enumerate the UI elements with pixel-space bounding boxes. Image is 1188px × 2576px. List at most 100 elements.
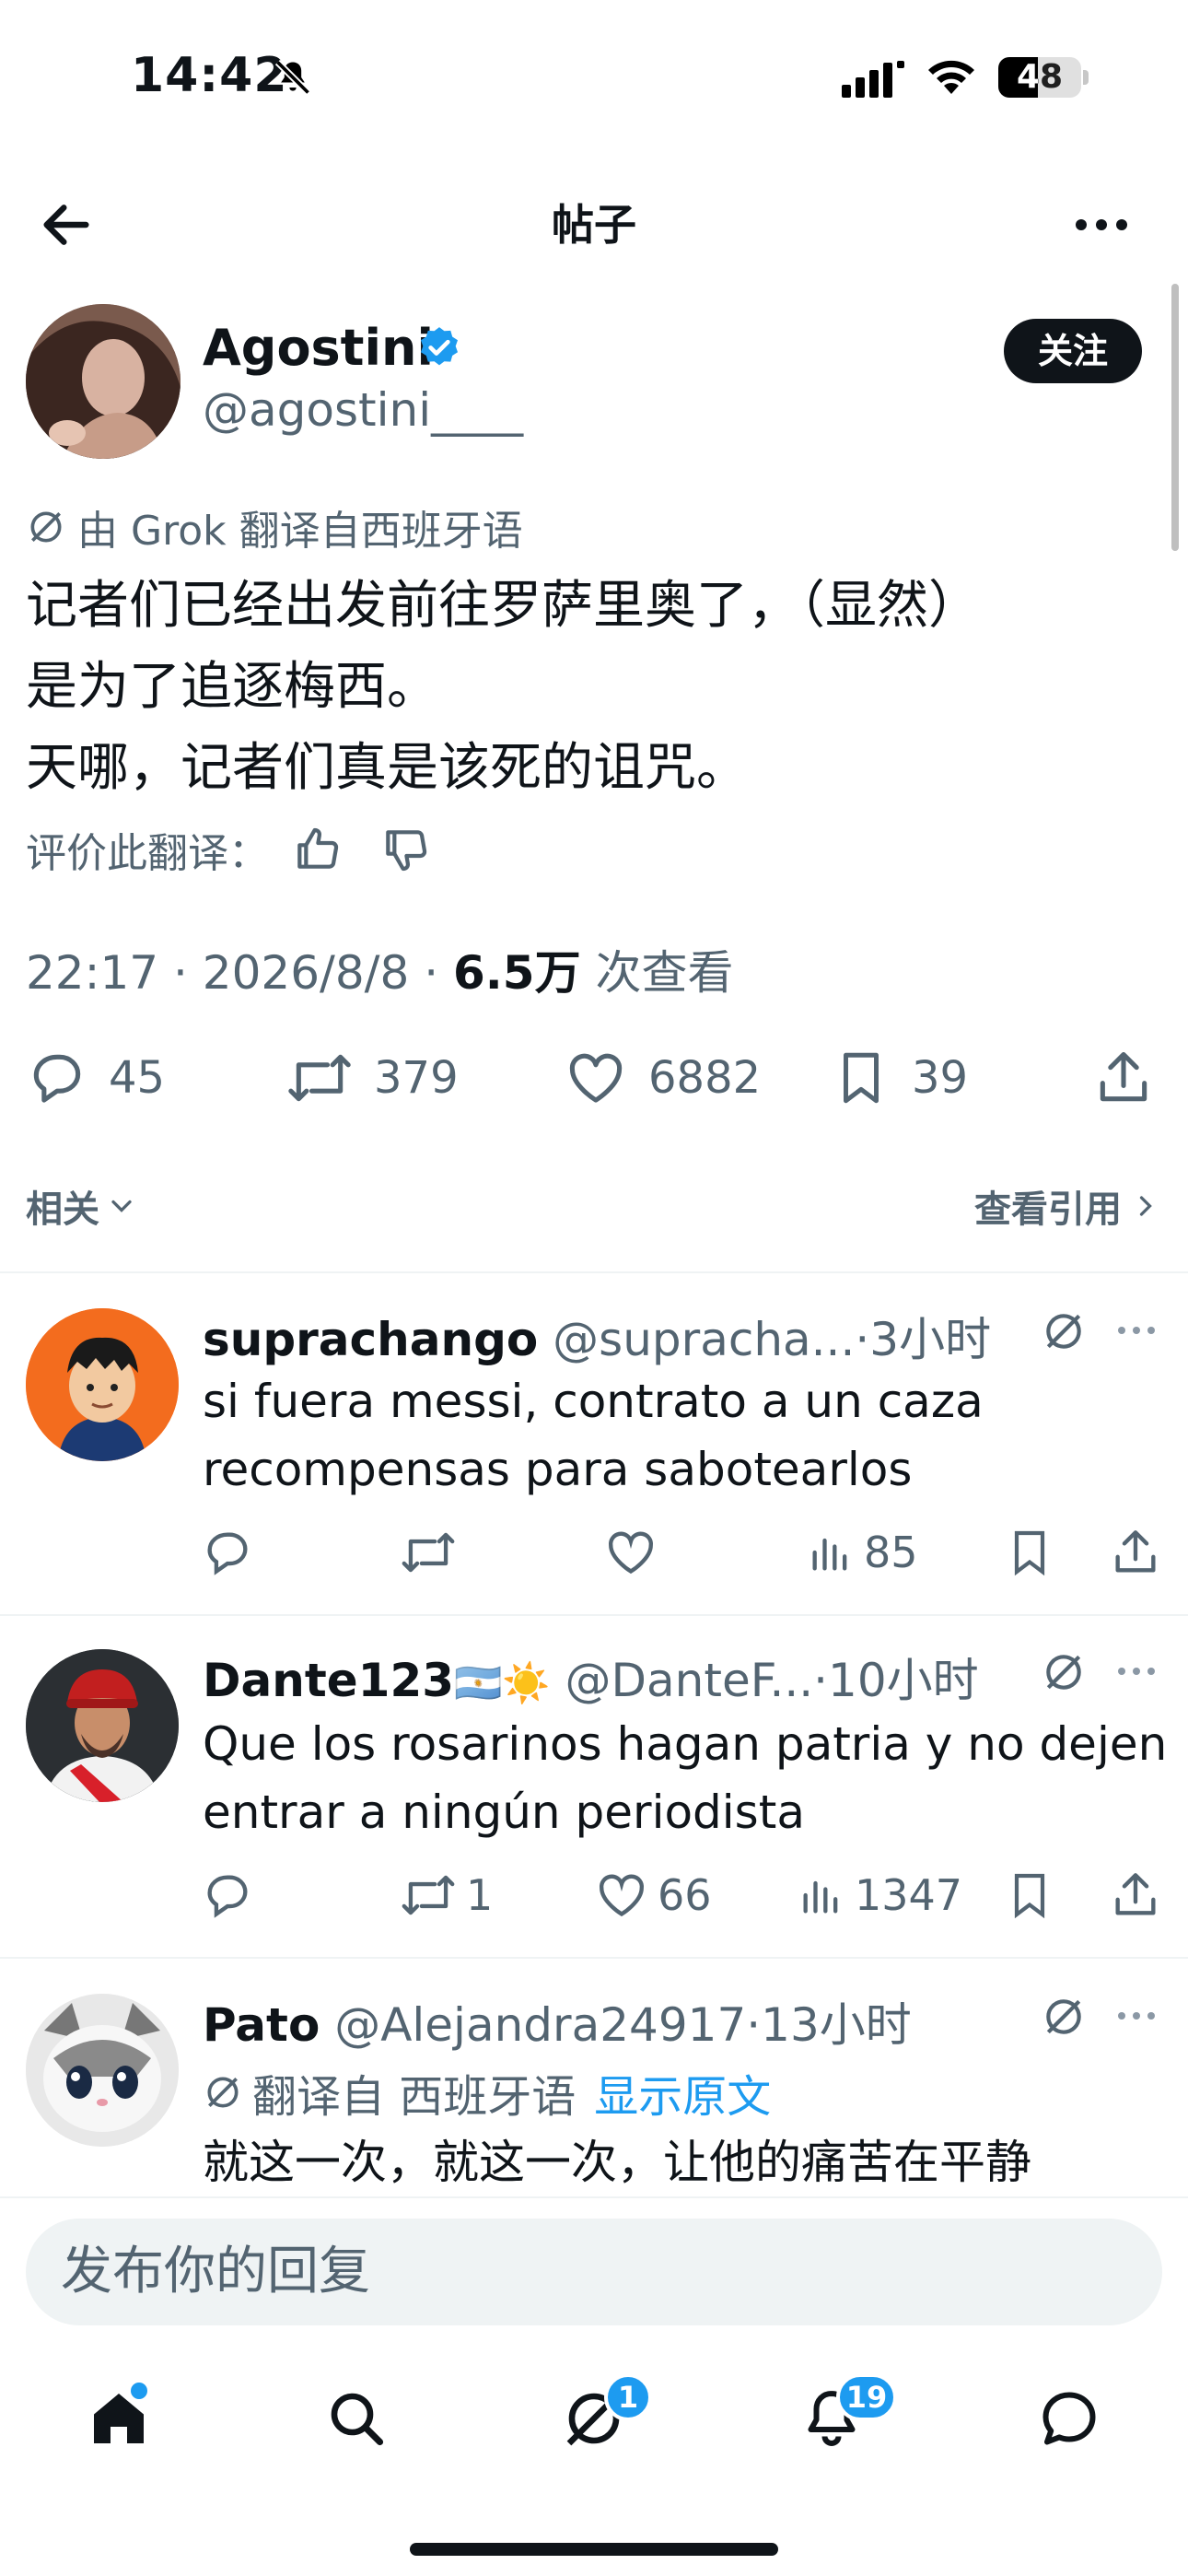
tab-bar: 1 19 — [0, 2359, 1188, 2478]
grok-translate-icon[interactable] — [1041, 1649, 1087, 1695]
repost-button[interactable] — [400, 1520, 466, 1585]
view-count: 1347 — [855, 1870, 963, 1920]
reply-text: Que los rosarinos hagan patria y no deje… — [203, 1717, 1168, 1839]
reply-text: 就这一次，就这一次，让他的痛苦在平静 — [203, 2136, 1031, 2189]
views-button[interactable]: 85 — [807, 1520, 918, 1585]
repost-icon — [288, 1054, 351, 1102]
share-button[interactable] — [1092, 1041, 1155, 1115]
share-icon — [1115, 1530, 1156, 1573]
reply-author-name[interactable]: Dante123 — [203, 1654, 454, 1707]
reply-more-button[interactable] — [1114, 1649, 1159, 1693]
related-label: 相关 — [26, 1188, 99, 1231]
home-indicator — [410, 2543, 778, 2556]
more-icon — [1118, 1327, 1155, 1334]
thumbs-down-button[interactable] — [379, 824, 431, 875]
divider — [0, 1614, 1188, 1616]
share-button[interactable] — [1109, 1863, 1162, 1927]
share-icon — [1115, 1873, 1156, 1915]
reply-author-handle[interactable]: @supracha... — [553, 1313, 855, 1366]
reply-time: ·3小时 — [855, 1313, 992, 1366]
page-title: 帖子 — [552, 200, 636, 250]
author-avatar[interactable] — [26, 304, 181, 459]
reply-button[interactable] — [201, 1863, 263, 1927]
rate-translation-row: 评价此翻译： — [26, 820, 431, 879]
tab-notifications[interactable]: 19 — [772, 2359, 897, 2478]
repost-button[interactable]: 379 — [285, 1041, 459, 1115]
thumbs-up-button[interactable] — [291, 824, 343, 875]
bell-off-icon — [273, 57, 313, 98]
follow-button[interactable]: 关注 — [1004, 319, 1142, 383]
view-quotes-link[interactable]: 查看引用 — [974, 1179, 1162, 1233]
reply-avatar-dante123[interactable] — [26, 1649, 179, 1802]
show-original-link[interactable]: 显示原文 — [594, 2060, 771, 2125]
home-unread-dot — [131, 2383, 147, 2399]
battery-percentage: 48 — [1016, 58, 1064, 96]
author-name[interactable]: Agostini — [203, 319, 434, 377]
more-options-button[interactable] — [1068, 195, 1135, 254]
tab-grok[interactable]: 1 — [534, 2359, 654, 2478]
share-button[interactable] — [1109, 1520, 1162, 1585]
views-count[interactable]: 6.5万 — [453, 946, 581, 1000]
reply-author-handle[interactable]: @DanteF... — [565, 1654, 814, 1707]
tab-messages[interactable] — [1009, 2359, 1129, 2478]
grok-translate-icon[interactable] — [1041, 1308, 1087, 1354]
heart-icon — [600, 1874, 644, 1917]
thumbs-up-icon — [297, 827, 339, 869]
translation-note-text: 由 Grok 翻译自西班牙语 — [77, 508, 523, 555]
divider — [0, 1957, 1188, 1959]
reply-more-button[interactable] — [1114, 1308, 1159, 1352]
reply-author-name[interactable]: Pato — [203, 1998, 320, 2052]
reply-avatar-suprachango[interactable] — [26, 1308, 179, 1461]
views-button[interactable]: 1347 — [798, 1863, 962, 1927]
view-quotes-label: 查看引用 — [974, 1188, 1122, 1231]
more-icon — [1118, 1668, 1155, 1675]
bookmark-icon — [844, 1052, 879, 1104]
bookmark-button[interactable] — [1004, 1863, 1055, 1927]
analytics-icon — [803, 1880, 838, 1914]
divider — [0, 1271, 1188, 1273]
reply-icon — [207, 1532, 248, 1575]
reply-author-name[interactable]: suprachango — [203, 1313, 538, 1366]
reply-author-handle[interactable]: @Alejandra24917 — [334, 1998, 746, 2052]
grok-icon — [30, 511, 62, 543]
tab-search[interactable] — [297, 2359, 416, 2478]
repost-count: 379 — [374, 1052, 459, 1104]
grok-translate-icon[interactable] — [1041, 1994, 1087, 2040]
reply-actions: 1 66 1347 — [201, 1863, 1188, 1927]
related-sort-toggle[interactable]: 相关 — [26, 1179, 138, 1233]
reply-icon — [207, 1875, 248, 1918]
chevron-down-icon — [111, 1200, 132, 1212]
like-button[interactable] — [604, 1520, 667, 1585]
like-button[interactable]: 66 — [595, 1863, 712, 1927]
more-icon — [1118, 2012, 1155, 2020]
bookmark-count: 39 — [912, 1052, 969, 1104]
reply-time: ·13小时 — [746, 1998, 912, 2052]
scrollbar[interactable] — [1171, 284, 1179, 551]
post-actions: 45 379 6882 39 — [26, 1041, 1162, 1115]
translation-note: 由 Grok 翻译自西班牙语 — [26, 498, 523, 556]
post-timestamp[interactable]: 22:17 · 2026/8/8 · — [26, 946, 453, 1000]
reply-button[interactable]: 45 — [26, 1041, 165, 1115]
grok-badge: 1 — [604, 2373, 652, 2421]
bookmark-button[interactable] — [1004, 1520, 1055, 1585]
like-count: 6882 — [648, 1052, 762, 1104]
bookmark-button[interactable]: 39 — [831, 1041, 968, 1115]
reply-button[interactable] — [201, 1520, 263, 1585]
repost-button[interactable]: 1 — [400, 1863, 493, 1927]
like-button[interactable]: 6882 — [564, 1041, 761, 1115]
analytics-icon — [812, 1538, 847, 1571]
like-count: 66 — [658, 1870, 712, 1920]
grok-icon — [207, 2077, 239, 2108]
author-handle[interactable]: @agostini____ — [203, 383, 523, 437]
rate-translation-label: 评价此翻译： — [26, 830, 269, 877]
notifications-badge: 19 — [836, 2373, 897, 2421]
reply-avatar-pato[interactable] — [26, 1994, 179, 2147]
tab-home[interactable] — [59, 2359, 179, 2478]
share-icon — [1100, 1051, 1147, 1102]
reply-more-button[interactable] — [1114, 1994, 1159, 2038]
reply-input[interactable]: 发布你的回复 — [26, 2219, 1162, 2325]
repost-icon — [402, 1875, 455, 1915]
reply-header: Dante123🇦🇷☀️ @DanteF...·10小时 — [203, 1644, 979, 1710]
chat-bubble-icon — [1042, 2392, 1096, 2445]
flag-sun-emoji: 🇦🇷☀️ — [454, 1660, 551, 1705]
